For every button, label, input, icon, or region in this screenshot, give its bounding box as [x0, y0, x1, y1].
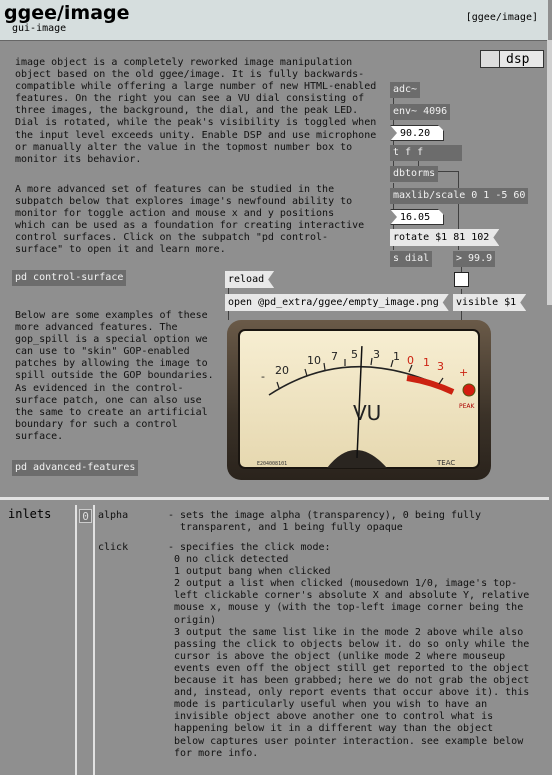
reload-message[interactable]: reload: [225, 271, 274, 288]
dsp-toggle-box[interactable]: [481, 51, 500, 67]
dsp-toggle[interactable]: dsp: [480, 50, 544, 68]
inlet-message-name: click: [98, 542, 129, 553]
scale-label: 10: [307, 354, 321, 367]
page-subtitle: gui-image: [12, 23, 67, 34]
visible-message[interactable]: visible $1: [453, 294, 526, 311]
inlet-index: 0: [79, 509, 92, 523]
subpatch-control-surface[interactable]: pd control-surface: [12, 270, 127, 286]
greater-than-object[interactable]: > 99.9: [453, 251, 496, 267]
scale-object[interactable]: maxlib/scale 0 1 -5 60: [390, 188, 529, 204]
page-title: ggee/image: [4, 2, 130, 24]
object-tag: [ggee/image]: [465, 12, 538, 23]
inlets-separator: [75, 505, 77, 775]
scale-label: 1: [423, 356, 430, 369]
scale-label: 0: [407, 354, 414, 367]
subpatch-advanced-features[interactable]: pd advanced-features: [12, 460, 139, 476]
examples-comment: Below are some examples of these more ad…: [15, 310, 214, 442]
inlet-message-name: alpha: [98, 510, 129, 521]
serial-label: E204008101: [257, 461, 287, 467]
adc-object[interactable]: adc~: [390, 82, 421, 98]
vu-label: VU: [353, 401, 381, 425]
patch-cord: [393, 120, 394, 125]
scale-label: 3: [373, 348, 380, 361]
vu-meter-image[interactable]: - 20 10 7 5 3 1 0 1 3 + VU PEAK E2040081…: [227, 320, 491, 480]
scale-label: 1: [393, 350, 400, 363]
scale-label: 5: [351, 348, 358, 361]
patch-cord: [393, 225, 394, 229]
help-header: ggee/image gui-image [ggee/image]: [0, 0, 548, 41]
patch-cord: [461, 289, 462, 294]
patch-cord: [228, 311, 229, 320]
patch-cord: [393, 204, 394, 209]
scale-label: 3: [437, 360, 444, 373]
scale-label: 7: [331, 350, 338, 363]
intro-comment: image object is a completely reworked im…: [15, 57, 377, 165]
scale-label: 20: [275, 364, 289, 377]
patch-cord: [228, 287, 229, 294]
inlets-separator: [93, 505, 95, 775]
inlet-message-desc: - sets the image alpha (transparency), 0…: [168, 510, 482, 534]
plus-label: +: [459, 366, 468, 379]
toggle-box[interactable]: [454, 272, 469, 287]
env-object[interactable]: env~ 4096: [390, 104, 451, 120]
brand-label: TEAC: [436, 459, 455, 467]
inlets-heading: inlets: [8, 507, 52, 521]
open-message[interactable]: open @pd_extra/ggee/empty_image.png: [225, 294, 449, 311]
send-dial-object[interactable]: s dial: [390, 251, 433, 267]
dbtorms-object[interactable]: dbtorms: [390, 166, 439, 182]
section-divider: [0, 497, 549, 500]
vu-meter-graphic: - 20 10 7 5 3 1 0 1 3 + VU PEAK E2040081…: [238, 329, 480, 469]
vertical-scrollbar[interactable]: [547, 40, 552, 305]
inlet-message-desc: - specifies the click mode: 0 no click d…: [168, 542, 530, 759]
number-box-angle[interactable]: 16.05: [390, 209, 444, 225]
number-box-level[interactable]: 90.20: [390, 125, 444, 141]
advanced-comment: A more advanced set of features can be s…: [15, 184, 365, 256]
rotate-message[interactable]: rotate $1 81 102: [390, 229, 499, 246]
peak-label: PEAK: [459, 403, 476, 410]
peak-led: [462, 383, 476, 397]
trigger-object[interactable]: t f f: [390, 145, 462, 161]
minus-label: -: [261, 370, 265, 383]
dsp-label: dsp: [506, 52, 530, 67]
